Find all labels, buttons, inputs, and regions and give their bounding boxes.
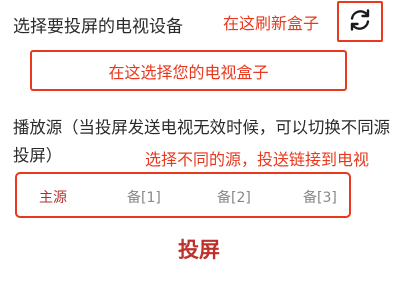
refresh-icon xyxy=(346,6,374,38)
source-tabs: 主源 备[1] 备[2] 备[3] xyxy=(15,172,351,218)
tab-backup-1[interactable]: 备[1] xyxy=(127,187,161,207)
tab-backup-2[interactable]: 备[2] xyxy=(217,187,251,207)
cast-button[interactable]: 投屏 xyxy=(150,232,248,266)
refresh-annotation: 在这刷新盒子 xyxy=(223,14,320,33)
source-annotation: 选择不同的源，投送链接到电视 xyxy=(145,150,370,169)
tab-main-source[interactable]: 主源 xyxy=(39,187,67,207)
tab-backup-3[interactable]: 备[3] xyxy=(303,187,337,207)
device-select-placeholder: 在这选择您的电视盒子 xyxy=(108,62,269,82)
page-title: 选择要投屏的电视设备 xyxy=(13,17,183,37)
device-select[interactable]: 在这选择您的电视盒子 xyxy=(30,50,347,91)
refresh-button[interactable] xyxy=(337,1,383,42)
